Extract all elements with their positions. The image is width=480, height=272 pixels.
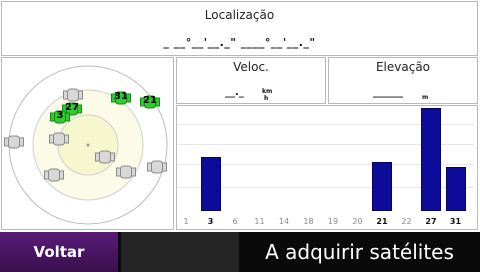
satellite-id-label: 3 [56, 110, 64, 121]
satellite-number-label: 1 [183, 217, 189, 226]
satellite-number-label: 14 [278, 217, 290, 226]
satellite-icon: 21 [140, 94, 160, 109]
speed-value: __._ [225, 87, 244, 98]
satellite-number-label: 31 [449, 217, 462, 226]
zenith-dot [86, 143, 90, 147]
satellite-icon [116, 164, 136, 179]
sky-view-plot [8, 65, 168, 225]
elevation-panel: Elevação ______ m [328, 57, 478, 104]
status-text: A adquirir satélites [265, 240, 454, 264]
back-button[interactable]: Voltar [0, 232, 119, 272]
satellite-icon [4, 134, 24, 149]
satellite-icon [44, 167, 64, 182]
speed-unit-bottom: h [264, 95, 269, 102]
elevation-title: Elevação [375, 60, 431, 74]
signal-bar [445, 166, 466, 211]
elevation-unit: m [422, 94, 429, 101]
satellite-number-label: 20 [352, 217, 363, 226]
satellite-icon: 3 [50, 109, 70, 124]
satellite-icon [49, 131, 69, 146]
signal-bar [372, 161, 392, 211]
satellite-icon [63, 87, 83, 102]
signal-bar [200, 157, 221, 211]
satellite-icon [147, 159, 167, 174]
satellite-icon [95, 149, 115, 164]
satellite-number-label: 6 [232, 217, 238, 226]
satellite-icon: 31 [111, 90, 131, 105]
speed-panel: Veloc. __._ km h [176, 57, 326, 104]
satellite-number-label: 3 [207, 217, 214, 226]
elevation-value: ______ [373, 87, 403, 98]
satellite-id-label: 21 [143, 95, 157, 106]
sky-view-panel [1, 57, 174, 230]
speed-title: Veloc. [233, 60, 269, 74]
satellite-number-label: 22 [401, 217, 412, 226]
satellite-id-label: 31 [114, 91, 128, 102]
satellite-number-label: 19 [327, 217, 339, 226]
satellite-number-label: 11 [254, 217, 265, 226]
bottom-spacer [121, 232, 239, 272]
satellite-number-label: 27 [425, 217, 437, 226]
satellite-number-label: 21 [376, 217, 388, 226]
location-panel: Localização _ __°__'__._" ____°__'__._" [1, 1, 478, 56]
satellite-number-label: 18 [303, 217, 314, 226]
signal-bar [421, 108, 441, 211]
location-title: Localização [204, 8, 275, 22]
location-coords: _ __°__'__._" ____°__'__._" [163, 36, 316, 49]
